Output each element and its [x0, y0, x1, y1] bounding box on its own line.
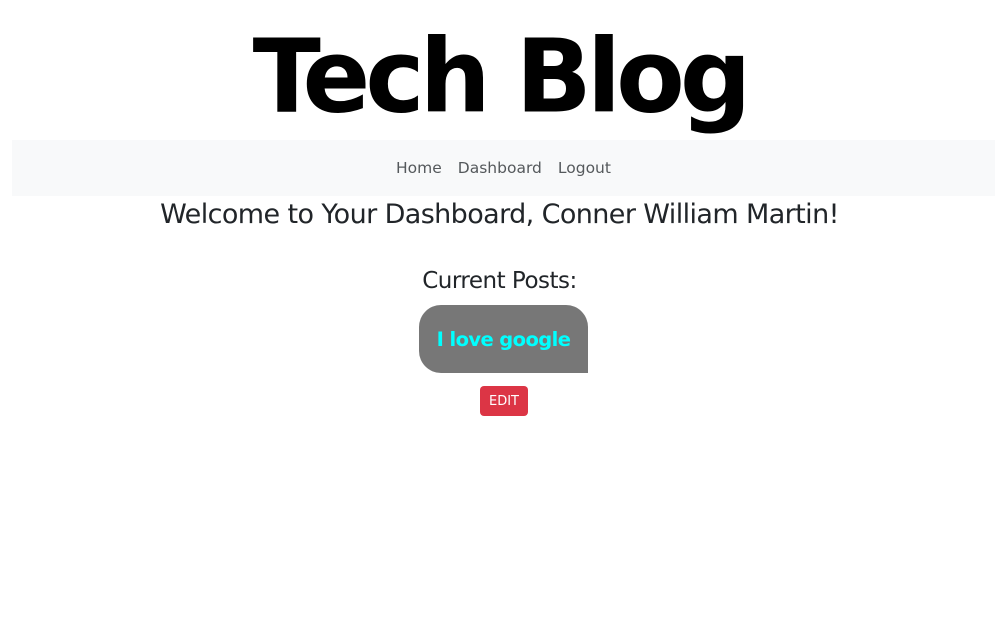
nav-link-home[interactable]: Home [396, 159, 442, 177]
nav-link-logout[interactable]: Logout [558, 159, 611, 177]
post-title[interactable]: I love google [437, 328, 571, 351]
edit-post-button[interactable]: EDIT [480, 386, 528, 416]
nav-link-dashboard[interactable]: Dashboard [458, 159, 542, 177]
navbar: Home Dashboard Logout [12, 140, 995, 196]
post-card[interactable]: I love google [419, 305, 588, 373]
welcome-heading: Welcome to Your Dashboard, Conner Willia… [160, 199, 839, 230]
site-title: Tech Blog [252, 16, 752, 137]
current-posts-heading: Current Posts: [422, 268, 577, 294]
